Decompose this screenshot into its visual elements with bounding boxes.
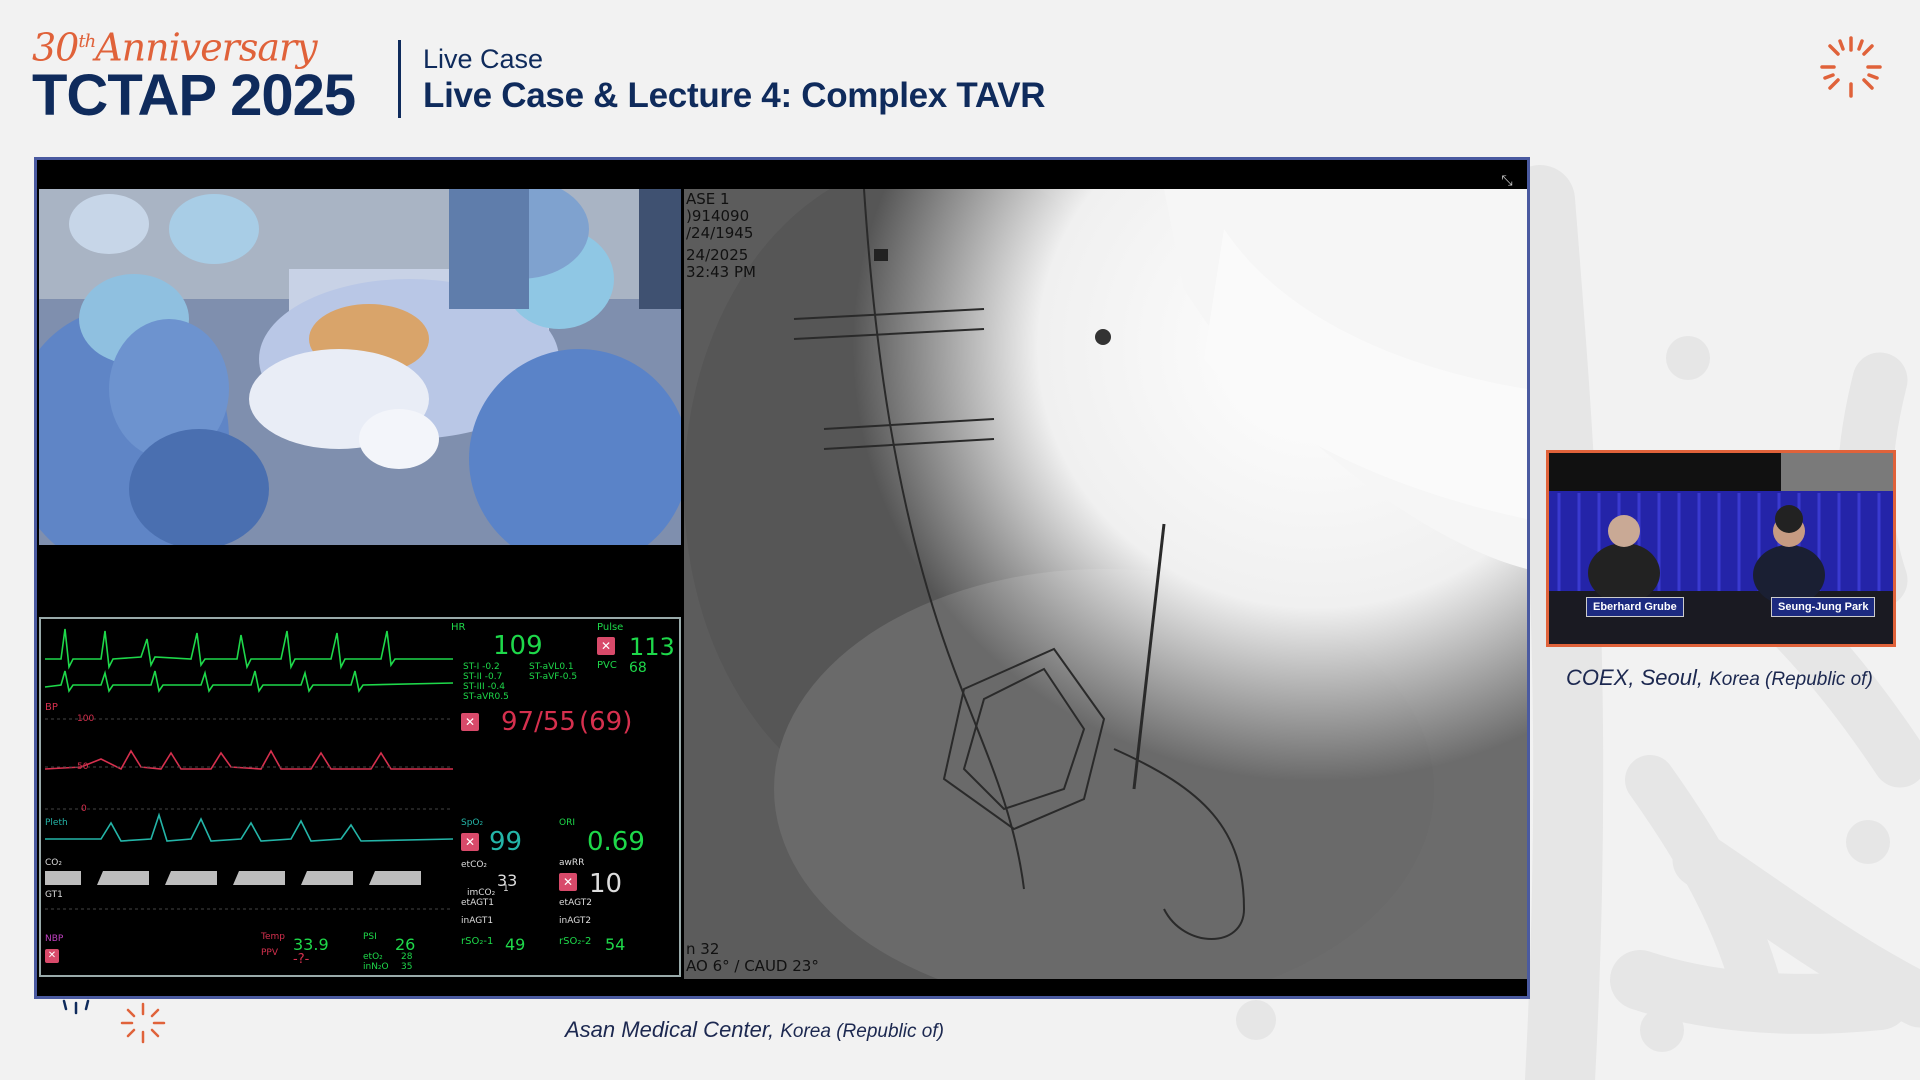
burst-icon: [120, 1002, 166, 1044]
alarm-off-icon: ✕: [597, 637, 615, 655]
st-lead-4: ST-aVR0.5: [463, 692, 509, 702]
header-divider: [398, 40, 401, 118]
temp-value: 33.9: [293, 935, 329, 954]
pip-caption: COEX, Seoul, Korea (Republic of): [1566, 665, 1873, 690]
anniversary-mark: 30thAnniversary: [32, 25, 318, 70]
brand-title: TCTAP 2025: [32, 62, 356, 128]
art-label: BP: [45, 702, 58, 713]
spo2-value: 99: [489, 827, 523, 857]
xray-time: 32:43 PM: [686, 263, 756, 281]
xray-patient-id: )914090: [686, 207, 750, 225]
alarm-off-icon: ✕: [461, 713, 479, 731]
eto2-label: etO₂: [363, 952, 383, 962]
hr-value: 109: [493, 631, 543, 661]
fluoroscopy-view: ASE 1 )914090 /24/1945 24/2025 32:43 PM …: [684, 189, 1527, 979]
pi-label: ORI: [559, 818, 575, 828]
alarm-off-icon: ✕: [559, 873, 577, 891]
imco2-label: imCO₂: [467, 888, 496, 898]
xray-dob: /24/1945: [686, 224, 754, 242]
etagt2-label: etAGT2: [559, 898, 592, 908]
pulse-label: Pulse: [597, 622, 624, 633]
scale-0: 0: [81, 804, 87, 814]
alarm-off-icon: ✕: [45, 949, 59, 963]
operating-room-camera: [39, 189, 681, 545]
bp-value: 97/55: [501, 707, 576, 737]
imco2-value: 1: [503, 884, 509, 894]
st-lead-2: ST-II -0.7: [463, 672, 503, 682]
psi-label: PSI: [363, 932, 377, 942]
awrr-label: awRR: [559, 858, 585, 868]
inagt1-label: inAGT1: [461, 916, 494, 926]
collapse-arrows-icon[interactable]: ⤡: [1497, 172, 1517, 188]
arc-decoration: [62, 999, 90, 1015]
nbp-label: NBP: [45, 934, 64, 944]
spo2-label: SpO₂: [461, 818, 484, 828]
rso2-2-value: 54: [605, 935, 626, 954]
burst-icon: [1820, 36, 1882, 98]
etco2-label: etCO₂: [461, 860, 488, 870]
temp-label: Temp: [261, 932, 285, 942]
rso2-2-label: rSO₂-2: [559, 936, 592, 947]
xray-date: 24/2025: [686, 246, 749, 264]
inn2o-label: inN₂O: [363, 962, 389, 972]
etagt1-label: etAGT1: [461, 898, 494, 908]
rso2-1-label: rSO₂-1: [461, 936, 494, 947]
pi-value: 0.69: [587, 827, 645, 857]
session-title: Live Case & Lecture 4: Complex TAVR: [423, 76, 1046, 115]
xray-case-label: ASE 1: [686, 190, 730, 208]
scale-100: 100: [77, 714, 95, 724]
st-lead-1: ST-I -0.2: [463, 662, 500, 672]
ppv-value: -?-: [293, 952, 310, 967]
pleth-label: Pleth: [45, 818, 68, 828]
inn2o-value: 35: [401, 962, 413, 972]
patient-vitals-monitor: HR 109 Pulse ✕ 113 PVC 68 ST-I -0.2 ST-I…: [39, 617, 681, 977]
inagt2-label: inAGT2: [559, 916, 592, 926]
session-kind: Live Case: [423, 44, 544, 74]
panel-camera-pip[interactable]: Eberhard Grube Seung-Jung Park: [1546, 450, 1896, 647]
xray-frame: n 32: [686, 940, 720, 958]
scale-50: 50: [77, 762, 89, 772]
bp-mean: (69): [579, 707, 633, 737]
rso2-1-value: 49: [505, 935, 526, 954]
nameplate-right: Seung-Jung Park: [1771, 597, 1876, 617]
main-feed-caption: Asan Medical Center, Korea (Republic of): [565, 1017, 944, 1042]
ppv-label: PPV: [261, 948, 279, 958]
eto2-value: 28: [401, 952, 413, 962]
awrr-value: 10: [589, 869, 623, 899]
gt1-label: GT1: [45, 890, 63, 900]
psi-value: 26: [395, 935, 416, 954]
event-logo: 30thAnniversary TCTAP 2025: [32, 22, 356, 128]
st-lead-3: ST-III -0.4: [463, 682, 506, 692]
nameplate-left: Eberhard Grube: [1586, 597, 1684, 617]
st-lead-6: ST-aVF-0.5: [529, 672, 578, 682]
pvc-value: 68: [629, 660, 647, 676]
hr-label: HR: [451, 622, 466, 633]
pulse-value: 113: [629, 633, 675, 661]
xray-angle: AO 6° / CAUD 23°: [686, 957, 819, 975]
alarm-off-icon: ✕: [461, 833, 479, 851]
co2-label: CO₂: [45, 858, 62, 868]
main-video-frame[interactable]: ⤡ HR 109 Pulse ✕ 113 PVC 68 ST-I -0.2 ST…: [34, 157, 1530, 999]
pvc-label: PVC: [597, 660, 617, 671]
st-lead-5: ST-aVL0.1: [529, 662, 574, 672]
